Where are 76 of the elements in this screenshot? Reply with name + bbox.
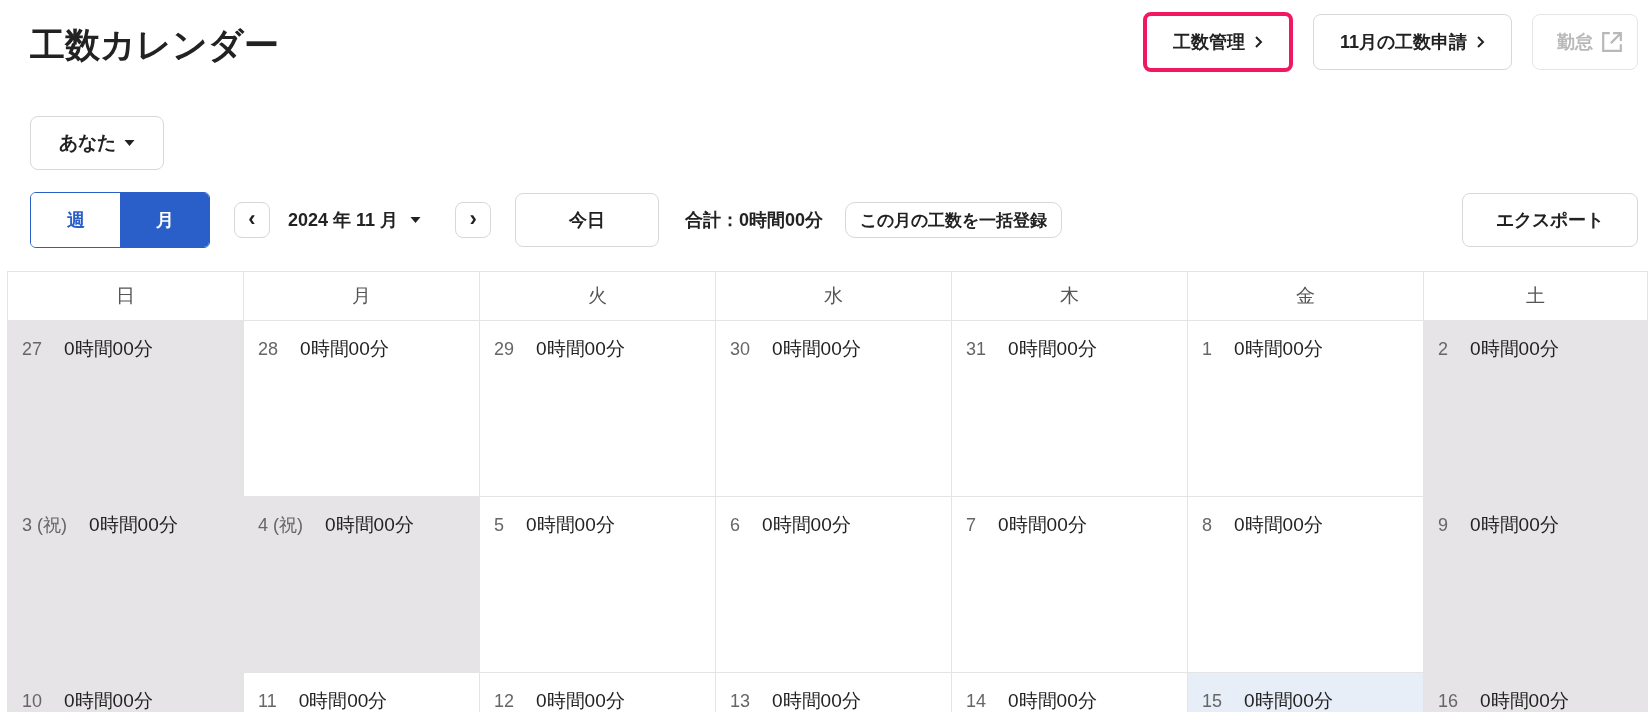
day-cell[interactable]: 10 0時間00分 [8, 673, 244, 712]
previous-month-button[interactable]: ‹ [234, 202, 270, 238]
date-label: 4 (祝) [258, 514, 303, 537]
day-hours: 0時間00分 [772, 689, 861, 712]
date-label: 31 [966, 339, 987, 360]
day-cell[interactable]: 5 0時間00分 [480, 497, 716, 673]
day-hours: 0時間00分 [1480, 689, 1569, 712]
date-label: 27 [22, 339, 43, 360]
header-button[interactable]: 11月の工数申請 [1312, 14, 1512, 70]
date-label: 28 [258, 339, 279, 360]
date-label: 1 [1202, 339, 1212, 360]
chevron-right-icon [1252, 35, 1263, 49]
day-hours: 0時間00分 [298, 689, 388, 712]
day-cell[interactable]: 15 0時間00分 [1188, 673, 1424, 712]
day-hours: 0時間00分 [1234, 337, 1323, 361]
date-label: 5 [494, 515, 504, 536]
day-cell[interactable]: 28 0時間00分 [244, 321, 480, 497]
view-tab[interactable]: 月 [120, 193, 209, 247]
day-hours: 0時間00分 [536, 337, 625, 361]
day-cell[interactable]: 30 0時間00分 [716, 321, 952, 497]
day-cell[interactable]: 3 (祝) 0時間00分 [8, 497, 244, 673]
date-label: 14 [966, 691, 987, 712]
day-cell[interactable]: 1 0時間00分 [1188, 321, 1424, 497]
month-dropdown[interactable]: 2024 年 11 月 [270, 208, 456, 232]
date-label: 30 [730, 339, 751, 360]
external-link-icon [1601, 31, 1623, 53]
date-label: 10 [22, 691, 43, 712]
day-hours: 0時間00分 [1470, 513, 1559, 537]
date-label: 13 [730, 691, 751, 712]
caret-icon [410, 217, 422, 223]
date-label: 2 [1438, 339, 1448, 360]
header-button[interactable]: 工数管理 [1142, 12, 1293, 72]
date-label: 15 [1202, 691, 1223, 712]
day-cell[interactable]: 29 0時間00分 [480, 321, 716, 497]
day-cell[interactable]: 6 0時間00分 [716, 497, 952, 673]
day-cell[interactable]: 2 0時間00分 [1424, 321, 1648, 497]
day-hours: 0時間00分 [1244, 689, 1333, 712]
day-hours: 0時間00分 [1470, 337, 1559, 361]
date-label: 29 [494, 339, 515, 360]
day-cell[interactable]: 16 0時間00分 [1424, 673, 1648, 712]
day-cell[interactable]: 4 (祝) 0時間00分 [244, 497, 480, 673]
date-label: 11 [258, 691, 277, 712]
day-cell[interactable]: 7 0時間00分 [952, 497, 1188, 673]
day-hours: 0時間00分 [998, 513, 1087, 537]
day-hours: 0時間00分 [772, 337, 861, 361]
day-hours: 0時間00分 [536, 689, 625, 712]
day-hours: 0時間00分 [526, 513, 615, 537]
day-cell[interactable]: 31 0時間00分 [952, 321, 1188, 497]
today-button[interactable]: 今日 [515, 193, 660, 247]
date-label: 3 (祝) [22, 514, 67, 537]
day-hours: 0時間00分 [325, 513, 414, 537]
next-month-button[interactable]: › [455, 202, 492, 238]
day-hours: 0時間00分 [1008, 689, 1097, 712]
day-hours: 0時間00分 [64, 337, 153, 361]
chevron-right-icon [1475, 35, 1485, 49]
day-hours: 0時間00分 [1234, 513, 1323, 537]
day-cell[interactable]: 8 0時間00分 [1188, 497, 1424, 673]
day-hours: 0時間00分 [64, 689, 153, 712]
total-hours: 合計：0時間00分 [685, 209, 824, 232]
bulk-register-button[interactable]: この月の工数を一括登録 [845, 202, 1063, 238]
day-hours: 0時間00分 [762, 513, 851, 537]
day-cell[interactable]: 27 0時間00分 [8, 321, 244, 497]
day-hours: 0時間00分 [89, 513, 178, 537]
day-hours: 0時間00分 [1008, 337, 1097, 361]
date-label: 12 [494, 691, 515, 712]
date-label: 9 [1438, 515, 1448, 536]
date-label: 6 [730, 515, 740, 536]
export-button[interactable]: エクスポート [1462, 193, 1638, 247]
day-hours: 0時間00分 [300, 337, 389, 361]
person-dropdown[interactable]: あなた [30, 116, 164, 170]
day-cell[interactable]: 9 0時間00分 [1424, 497, 1648, 673]
date-label: 8 [1202, 515, 1212, 536]
caret-icon [124, 140, 135, 146]
date-label: 7 [966, 515, 976, 536]
page-title: 工数カレンダー [30, 24, 279, 66]
date-label: 16 [1438, 691, 1459, 712]
